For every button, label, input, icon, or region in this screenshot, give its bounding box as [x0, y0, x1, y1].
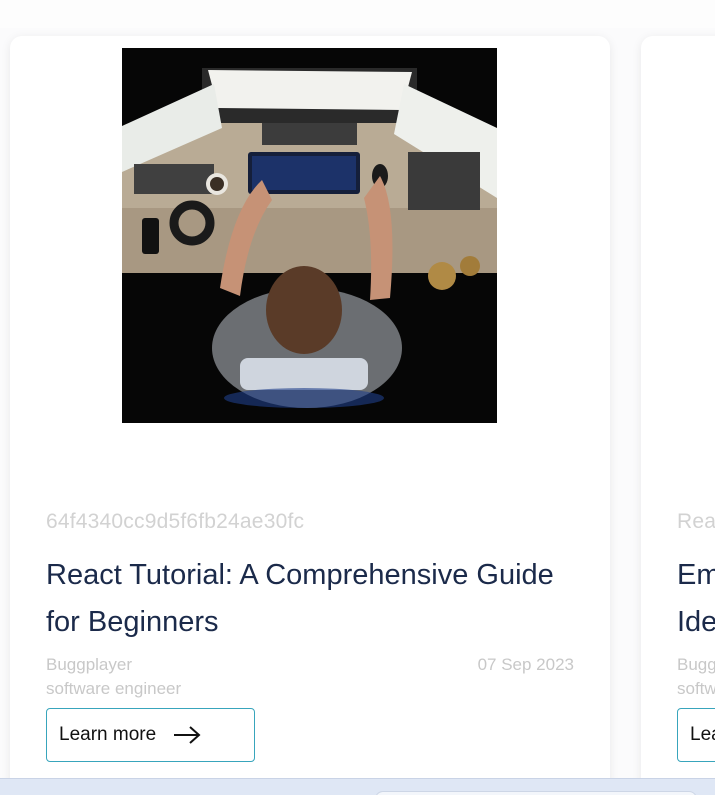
- card-image: [122, 48, 497, 423]
- author-name: Bugg: [677, 655, 715, 674]
- learn-more-button[interactable]: Lea: [677, 708, 715, 762]
- post-title[interactable]: React Tutorial: A Comprehensive Guide fo…: [46, 552, 566, 646]
- author-role: softw: [677, 679, 715, 698]
- post-title-line: Ide: [677, 606, 715, 638]
- desk-illustration: [122, 48, 497, 423]
- page: 64f4340cc9d5f6fb24ae30fc React Tutorial:…: [0, 0, 715, 795]
- post-id: Rea: [677, 510, 715, 533]
- arrow-right-icon: [172, 725, 202, 745]
- post-title-line: Em: [677, 559, 715, 591]
- author-name: Buggplayer: [46, 655, 133, 674]
- post-id: 64f4340cc9d5f6fb24ae30fc: [46, 510, 305, 533]
- post-date: 07 Sep 2023: [477, 655, 574, 674]
- author-role: software engineer: [46, 679, 182, 698]
- top-strip: [0, 0, 715, 28]
- author-block: Bugg softw: [677, 653, 715, 701]
- blog-card[interactable]: 64f4340cc9d5f6fb24ae30fc React Tutorial:…: [10, 36, 610, 795]
- learn-more-label: Learn more: [59, 724, 157, 745]
- learn-more-label: Lea: [690, 724, 715, 745]
- bottom-pill[interactable]: [375, 791, 697, 795]
- post-title[interactable]: Em Ide: [677, 552, 715, 646]
- browser-bottom-bar: [0, 778, 715, 795]
- learn-more-button[interactable]: Learn more: [46, 708, 255, 762]
- author-block: Buggplayer software engineer: [46, 653, 181, 701]
- blog-card[interactable]: Rea Em Ide Bugg softw Lea: [641, 36, 715, 795]
